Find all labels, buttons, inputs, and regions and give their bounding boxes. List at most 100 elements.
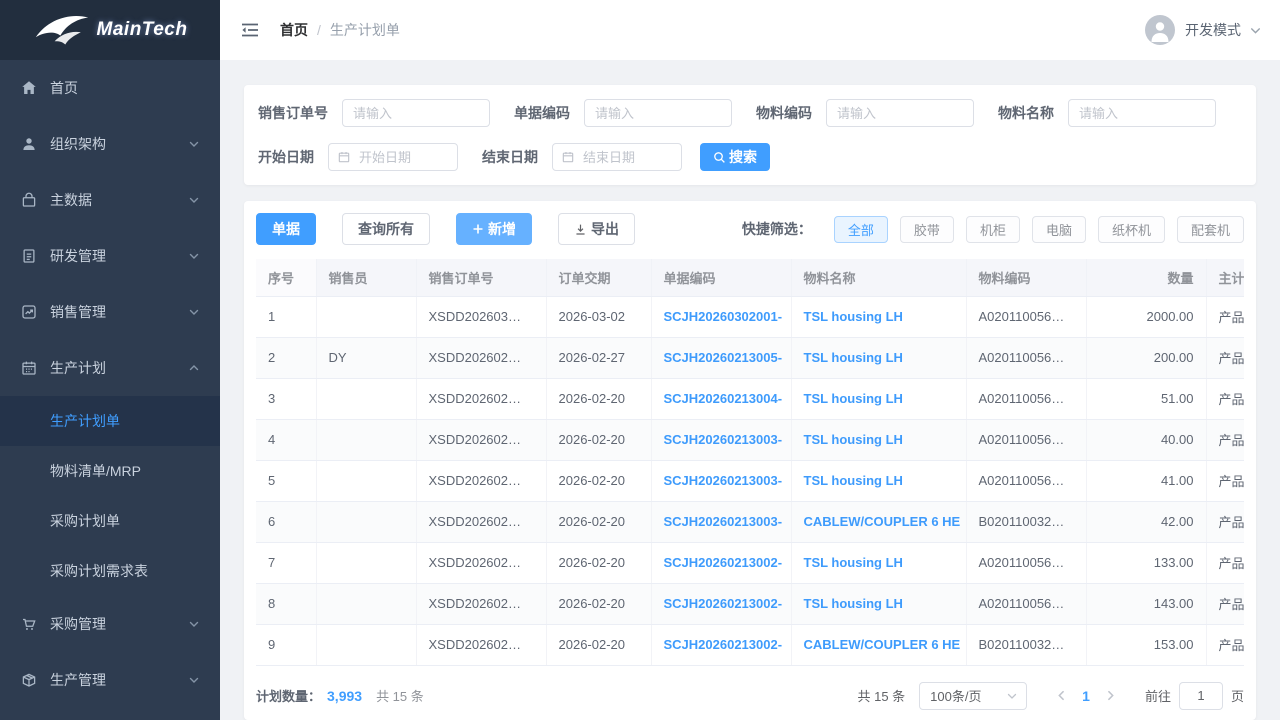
cell-salesperson (316, 460, 416, 501)
col-qty: 数量 (1086, 259, 1206, 296)
material-name-link[interactable]: TSL housing LH (791, 583, 966, 624)
doc-code-link[interactable]: SCJH20260213003- (651, 419, 791, 460)
start-date-label: 开始日期 (258, 147, 314, 167)
doc-code-link[interactable]: SCJH20260213002- (651, 624, 791, 665)
doc-code-link[interactable]: SCJH20260213003- (651, 501, 791, 542)
page-size-select[interactable]: 100条/页 (919, 682, 1027, 710)
quick-filter-cabinet[interactable]: 机柜 (966, 216, 1020, 243)
chevron-down-icon (1006, 690, 1018, 702)
cell-due-date: 2026-02-20 (546, 624, 651, 665)
search-button-label: 搜索 (729, 147, 757, 167)
export-button[interactable]: 导出 (558, 213, 635, 245)
calendar-icon (20, 359, 38, 377)
material-name-link[interactable]: TSL housing LH (791, 460, 966, 501)
table-row[interactable]: 7XSDD202602…2026-02-20SCJH20260213002-TS… (256, 542, 1244, 583)
add-button[interactable]: 新增 (456, 213, 532, 245)
prev-page-icon[interactable] (1049, 689, 1074, 702)
doc-code-link[interactable]: SCJH20260213005- (651, 337, 791, 378)
current-page[interactable]: 1 (1074, 688, 1098, 704)
material-name-link[interactable]: CABLEW/COUPLER 6 HE (791, 624, 966, 665)
table-row[interactable]: 8XSDD202602…2026-02-20SCJH20260213002-TS… (256, 583, 1244, 624)
cell-salesperson (316, 419, 416, 460)
material-code-input[interactable] (826, 99, 974, 127)
breadcrumb: 首页 / 生产计划单 (280, 20, 400, 40)
doc-code-link[interactable]: SCJH20260213002- (651, 542, 791, 583)
cell-sales-order: XSDD202602… (416, 460, 546, 501)
table-row[interactable]: 6XSDD202602…2026-02-20SCJH20260213003-CA… (256, 501, 1244, 542)
sidebar-item-rd-management[interactable]: 研发管理 (0, 228, 220, 284)
sidebar-item-organization[interactable]: 组织架构 (0, 116, 220, 172)
cell-salesperson (316, 583, 416, 624)
cell-due-date: 2026-02-20 (546, 378, 651, 419)
table-row[interactable]: 1XSDD202603…2026-03-02SCJH20260302001-TS… (256, 296, 1244, 337)
quick-filter-cup-machine[interactable]: 纸杯机 (1098, 216, 1165, 243)
next-page-icon[interactable] (1098, 689, 1123, 702)
calendar-icon (337, 150, 351, 164)
doc-code-input[interactable] (584, 99, 732, 127)
sidebar-item-sales-management[interactable]: 销售管理 (0, 284, 220, 340)
quick-filters: 快捷筛选： 全部 胶带 机柜 电脑 纸杯机 配套机 (742, 216, 1244, 243)
logo-text: MainTech (97, 19, 188, 41)
cell-seq: 9 (256, 624, 316, 665)
cell-seq: 8 (256, 583, 316, 624)
sidebar-item-production-management[interactable]: 生产管理 (0, 652, 220, 708)
breadcrumb-home[interactable]: 首页 (280, 20, 308, 40)
sidebar-item-production-plan-order[interactable]: 生产计划单 (0, 396, 220, 446)
sidebar-item-master-data[interactable]: 主数据 (0, 172, 220, 228)
cell-material-code: A020110056… (966, 542, 1086, 583)
table-row[interactable]: 4XSDD202602…2026-02-20SCJH20260213003-TS… (256, 419, 1244, 460)
material-name-link[interactable]: TSL housing LH (791, 378, 966, 419)
table-row[interactable]: 9XSDD202602…2026-02-20SCJH20260213002-CA… (256, 624, 1244, 665)
user-menu[interactable]: 开发模式 (1145, 15, 1262, 45)
doc-button[interactable]: 单据 (256, 213, 316, 245)
breadcrumb-separator: / (317, 22, 321, 38)
goto-page-input[interactable] (1179, 682, 1223, 710)
quick-filter-tape[interactable]: 胶带 (900, 216, 954, 243)
material-name-link[interactable]: TSL housing LH (791, 337, 966, 378)
sidebar-item-home[interactable]: 首页 (0, 60, 220, 116)
cell-sales-order: XSDD202602… (416, 501, 546, 542)
cell-material-code: A020110056… (966, 460, 1086, 501)
goto-label: 前往 (1145, 686, 1171, 705)
sidebar-item-purchase-plan-demand[interactable]: 采购计划需求表 (0, 546, 220, 596)
table-row[interactable]: 2DYXSDD202602…2026-02-27SCJH20260213005-… (256, 337, 1244, 378)
table-row[interactable]: 5XSDD202602…2026-02-20SCJH20260213003-TS… (256, 460, 1244, 501)
cell-sales-order: XSDD202602… (416, 378, 546, 419)
col-material-code: 物料编码 (966, 259, 1086, 296)
cell-seq: 1 (256, 296, 316, 337)
table-row[interactable]: 3XSDD202602…2026-02-20SCJH20260213004-TS… (256, 378, 1244, 419)
material-name-link[interactable]: TSL housing LH (791, 296, 966, 337)
submenu-item-label: 采购计划单 (50, 511, 120, 531)
cell-material-code: A020110056… (966, 378, 1086, 419)
doc-code-label: 单据编码 (514, 103, 570, 123)
sidebar-collapse-icon[interactable] (240, 20, 262, 40)
quick-filter-computer[interactable]: 电脑 (1032, 216, 1086, 243)
package-icon (20, 671, 38, 689)
sidebar-item-purchase-management[interactable]: 采购管理 (0, 596, 220, 652)
quick-filter-accessory[interactable]: 配套机 (1177, 216, 1244, 243)
sales-order-input[interactable] (342, 99, 490, 127)
add-button-label: 新增 (488, 219, 516, 239)
sidebar-item-purchase-plan-order[interactable]: 采购计划单 (0, 496, 220, 546)
cell-salesperson (316, 501, 416, 542)
material-name-link[interactable]: TSL housing LH (791, 419, 966, 460)
table-scroll-area[interactable]: 序号 销售员 销售订单号 订单交期 单据编码 物料名称 物料编码 数量 主计 1… (256, 259, 1244, 671)
doc-code-link[interactable]: SCJH20260302001- (651, 296, 791, 337)
material-name-link[interactable]: TSL housing LH (791, 542, 966, 583)
material-code-label: 物料编码 (756, 103, 812, 123)
query-all-button[interactable]: 查询所有 (342, 213, 430, 245)
search-button[interactable]: 搜索 (700, 143, 770, 171)
cell-qty: 133.00 (1086, 542, 1206, 583)
cell-salesperson (316, 624, 416, 665)
doc-code-link[interactable]: SCJH20260213002- (651, 583, 791, 624)
material-name-link[interactable]: CABLEW/COUPLER 6 HE (791, 501, 966, 542)
main-area: 首页 / 生产计划单 开发模式 销售订单号 单据编码 物料编码 物料名称 (220, 0, 1280, 720)
chevron-up-icon (188, 362, 200, 374)
material-name-input[interactable] (1068, 99, 1216, 127)
doc-code-link[interactable]: SCJH20260213004- (651, 378, 791, 419)
doc-code-link[interactable]: SCJH20260213003- (651, 460, 791, 501)
cell-salesperson (316, 542, 416, 583)
quick-filter-all[interactable]: 全部 (834, 216, 888, 243)
sidebar-item-bom-mrp[interactable]: 物料清单/MRP (0, 446, 220, 496)
sidebar-item-production-plan[interactable]: 生产计划 (0, 340, 220, 396)
